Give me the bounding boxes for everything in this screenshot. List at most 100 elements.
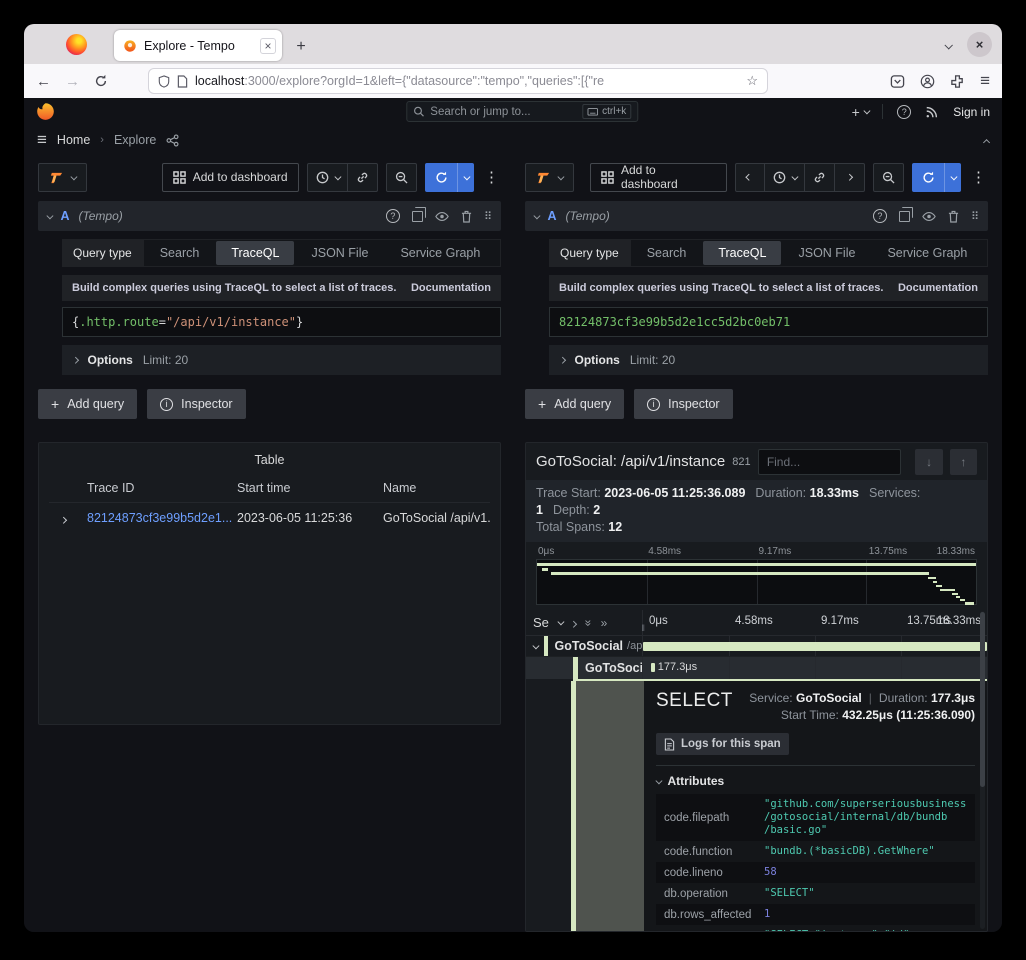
- reload-icon[interactable]: [94, 74, 108, 88]
- minimap-canvas[interactable]: [536, 559, 977, 605]
- tab-search[interactable]: Search: [145, 241, 215, 265]
- span-timeline[interactable]: 177.3μs: [643, 657, 987, 679]
- hide-query-icon[interactable]: [922, 211, 936, 222]
- list-tabs-icon[interactable]: [945, 36, 951, 54]
- run-query-button[interactable]: [425, 163, 474, 192]
- forward-icon[interactable]: →: [65, 73, 80, 90]
- duplicate-query-icon[interactable]: [412, 211, 423, 222]
- tab-close-icon[interactable]: ×: [260, 38, 276, 54]
- span-collapse-icon[interactable]: [533, 642, 539, 648]
- panel-title[interactable]: Table: [49, 449, 490, 473]
- run-query-button[interactable]: [912, 163, 961, 192]
- window-close-button[interactable]: ×: [967, 32, 992, 57]
- tab-json-file[interactable]: JSON File: [783, 241, 870, 265]
- scrollbar-thumb[interactable]: [980, 612, 985, 787]
- bookmark-star-icon[interactable]: ☆: [746, 73, 758, 89]
- firefox-icon[interactable]: [66, 34, 87, 55]
- tab-traceql[interactable]: TraceQL: [703, 241, 781, 265]
- query-row-header[interactable]: A (Tempo) ? ⠿: [525, 201, 988, 231]
- service-operation-header[interactable]: Se » » ‖: [526, 610, 643, 635]
- logs-for-span-button[interactable]: Logs for this span: [656, 733, 789, 755]
- add-query-button[interactable]: + Add query: [525, 389, 624, 419]
- datasource-picker[interactable]: [38, 163, 87, 192]
- attributes-header[interactable]: Attributes: [656, 774, 975, 788]
- datasource-picker[interactable]: [525, 163, 574, 192]
- shield-icon[interactable]: [158, 75, 170, 88]
- row-expander-icon[interactable]: [49, 511, 87, 525]
- add-query-button[interactable]: + Add query: [38, 389, 137, 419]
- find-next-button[interactable]: ↓: [915, 449, 942, 475]
- share-icon[interactable]: [166, 134, 179, 147]
- span-timeline[interactable]: [643, 636, 987, 656]
- column-header-start-time[interactable]: Start time: [237, 481, 383, 495]
- new-menu-button[interactable]: +: [852, 104, 869, 120]
- collapse-header-icon[interactable]: [985, 133, 990, 147]
- breadcrumb-home[interactable]: Home: [57, 133, 90, 147]
- traceql-query-input[interactable]: 82124873cf3e99b5d2e1cc5d2bc0eb71: [549, 307, 988, 337]
- query-help-icon[interactable]: ?: [873, 209, 887, 223]
- trace-minimap[interactable]: 0μs4.58ms9.17ms13.75ms18.33ms: [536, 546, 977, 605]
- zoom-out-button[interactable]: [386, 163, 417, 192]
- expand-one-icon[interactable]: [571, 616, 576, 630]
- trace-id-link[interactable]: 82124873cf3e99b5d2e1...: [87, 511, 237, 525]
- collapse-all-icon[interactable]: »: [601, 616, 608, 630]
- duplicate-query-icon[interactable]: [899, 211, 910, 222]
- add-to-dashboard-button[interactable]: Add to dashboard: [590, 163, 727, 192]
- pocket-icon[interactable]: [890, 74, 905, 89]
- back-icon[interactable]: ←: [36, 73, 51, 90]
- zoom-out-button[interactable]: [873, 163, 904, 192]
- time-back-button[interactable]: [735, 163, 765, 192]
- copy-link-button[interactable]: [348, 163, 378, 192]
- column-header-name[interactable]: Name: [383, 481, 490, 495]
- drag-handle-icon[interactable]: ⠿: [971, 210, 979, 223]
- search-input[interactable]: Search or jump to... ctrl+k: [406, 101, 638, 122]
- column-header-trace-id[interactable]: Trace ID: [87, 481, 237, 495]
- extensions-icon[interactable]: [950, 74, 965, 89]
- inspector-button[interactable]: i Inspector: [634, 389, 732, 419]
- inspector-button[interactable]: i Inspector: [147, 389, 245, 419]
- grafana-logo[interactable]: [36, 102, 55, 121]
- news-icon[interactable]: [925, 105, 939, 119]
- query-help-icon[interactable]: ?: [386, 209, 400, 223]
- tab-service-graph[interactable]: Service Graph: [385, 241, 495, 265]
- span-duration-bar[interactable]: [643, 642, 987, 651]
- page-info-icon[interactable]: [177, 75, 188, 88]
- delete-query-icon[interactable]: [948, 210, 959, 223]
- query-row-header[interactable]: A (Tempo) ? ⠿: [38, 201, 501, 231]
- options-row[interactable]: Options Limit: 20: [549, 345, 988, 375]
- kebab-menu-icon[interactable]: ⋮: [482, 168, 501, 186]
- sign-in-button[interactable]: Sign in: [953, 105, 990, 119]
- span-duration-bar[interactable]: [651, 663, 654, 672]
- time-picker-button[interactable]: [765, 163, 806, 192]
- tab-search[interactable]: Search: [632, 241, 702, 265]
- run-query-caret[interactable]: [944, 163, 961, 192]
- mega-menu-icon[interactable]: ≡: [37, 130, 47, 150]
- copy-link-button[interactable]: [805, 163, 835, 192]
- time-forward-button[interactable]: [835, 163, 865, 192]
- drag-handle-icon[interactable]: ⠿: [484, 210, 492, 223]
- browser-tab[interactable]: Explore - Tempo ×: [114, 30, 282, 61]
- account-icon[interactable]: [920, 74, 935, 89]
- find-input[interactable]: Find...: [758, 449, 902, 475]
- kebab-menu-icon[interactable]: ⋮: [969, 168, 988, 186]
- add-to-dashboard-button[interactable]: Add to dashboard: [162, 163, 299, 192]
- find-prev-button[interactable]: ↑: [950, 449, 977, 475]
- menu-icon[interactable]: ≡: [980, 71, 990, 91]
- new-tab-button[interactable]: +: [290, 38, 312, 56]
- delete-query-icon[interactable]: [461, 210, 472, 223]
- options-row[interactable]: Options Limit: 20: [62, 345, 501, 375]
- traceql-query-input[interactable]: {.http.route = "/api/v1/instance"}: [62, 307, 501, 337]
- span-row-selected[interactable]: GoToSocial 177.3μs: [526, 657, 987, 679]
- run-query-caret[interactable]: [457, 163, 474, 192]
- tab-traceql[interactable]: TraceQL: [216, 241, 294, 265]
- trace-scrollbar[interactable]: [980, 611, 985, 929]
- tab-json-file[interactable]: JSON File: [296, 241, 383, 265]
- documentation-link[interactable]: Documentation: [898, 282, 978, 294]
- url-input[interactable]: localhost:3000/explore?orgId=1&left={"da…: [148, 68, 768, 94]
- documentation-link[interactable]: Documentation: [411, 282, 491, 294]
- hide-query-icon[interactable]: [435, 211, 449, 222]
- help-icon[interactable]: ?: [897, 105, 911, 119]
- span-row-root[interactable]: GoToSocial /api/v1/instance: [526, 636, 987, 657]
- time-picker-button[interactable]: [307, 163, 349, 192]
- expand-all-icon[interactable]: »: [581, 619, 595, 626]
